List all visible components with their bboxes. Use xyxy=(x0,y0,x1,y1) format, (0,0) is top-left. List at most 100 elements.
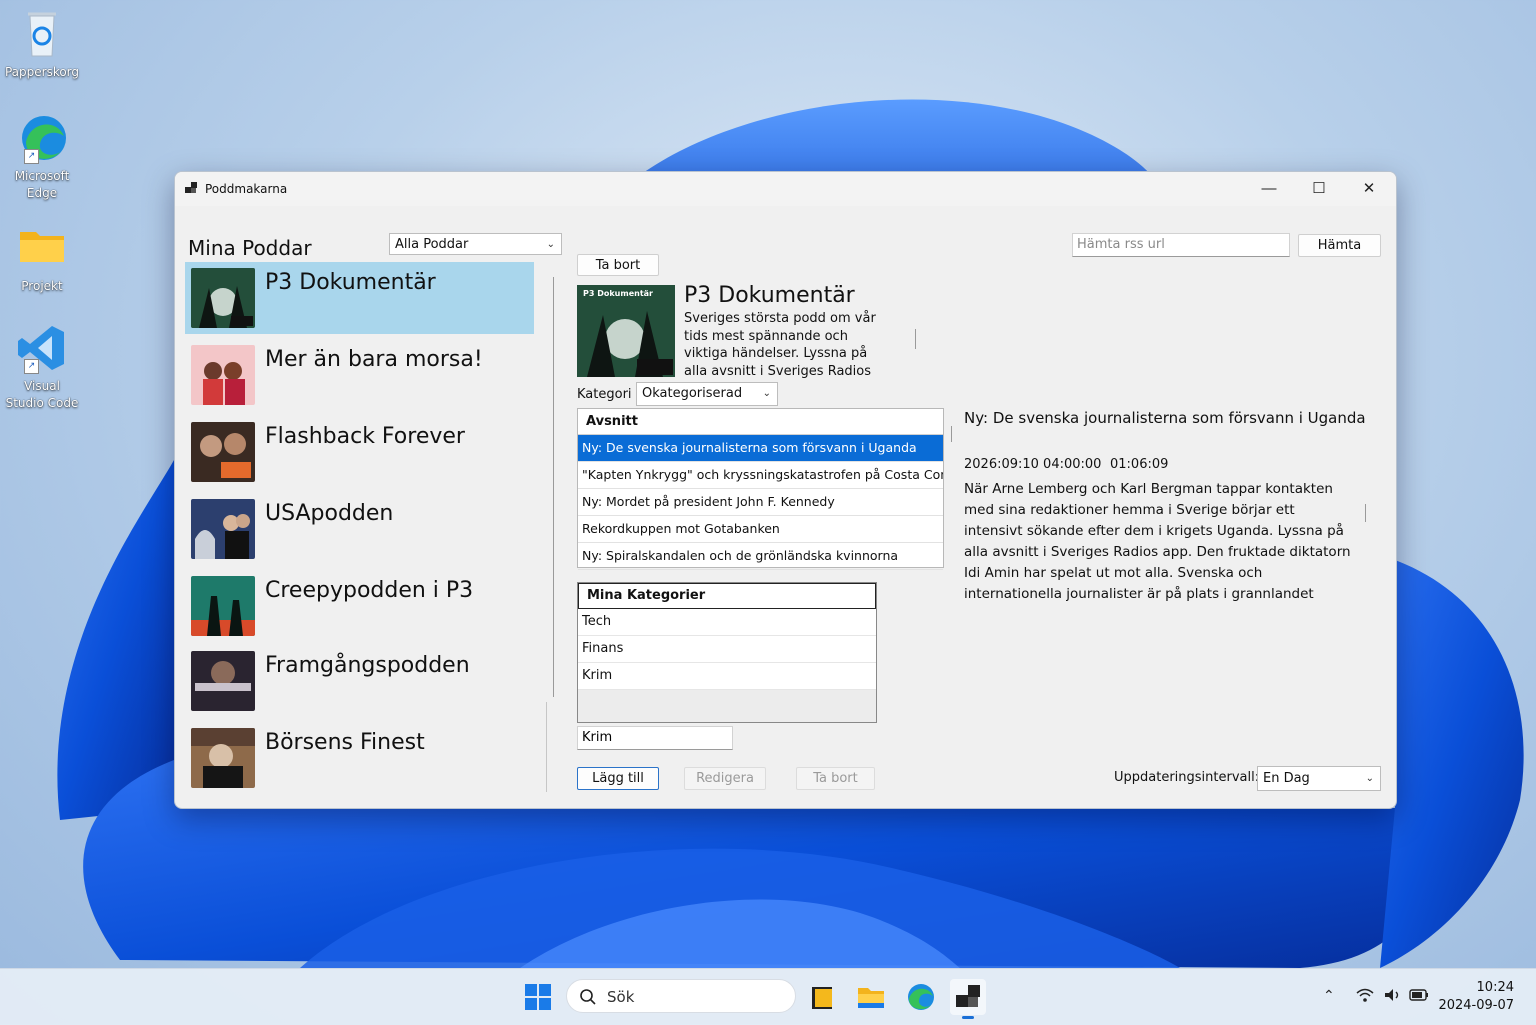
episode-row[interactable]: "Kapten Ynkrygg" och kryssningskatastrof… xyxy=(578,462,943,489)
start-button[interactable] xyxy=(522,981,554,1013)
category-input[interactable]: Krim xyxy=(577,726,733,750)
shortcut-arrow-icon: ↗ xyxy=(24,149,39,164)
podcast-item[interactable]: Creepypodden i P3 xyxy=(185,570,534,642)
category-row[interactable]: Krim xyxy=(578,663,876,690)
podcast-name: Mer än bara morsa! xyxy=(265,347,483,372)
desktop-icon-label: Papperskorg xyxy=(4,65,80,79)
folder-icon xyxy=(858,988,884,1008)
category-label: Kategori xyxy=(577,387,632,402)
chevron-down-icon: ⌄ xyxy=(1365,773,1374,784)
add-category-button[interactable]: Lägg till xyxy=(577,767,659,790)
remove-category-button[interactable]: Ta bort xyxy=(796,767,875,790)
podcast-item[interactable]: P3 Dokumentär xyxy=(185,262,534,334)
episode-row[interactable]: Ny: De svenska journalisterna som försva… xyxy=(578,435,943,462)
battery-icon[interactable] xyxy=(1408,987,1430,1006)
active-indicator xyxy=(962,1016,974,1019)
close-button[interactable]: ✕ xyxy=(1344,172,1394,206)
desktop-icon-vscode[interactable]: ↗ Visual Studio Code xyxy=(4,322,80,412)
podcast-item[interactable]: Flashback Forever xyxy=(185,416,534,488)
category-row[interactable]: Finans xyxy=(578,636,876,663)
edit-category-button[interactable]: Redigera xyxy=(684,767,766,790)
podcast-thumbnail xyxy=(191,422,255,482)
windows-icon xyxy=(525,984,551,1010)
podcast-thumbnail xyxy=(191,268,255,328)
podcast-name: Börsens Finest xyxy=(265,730,425,755)
episode-duration: 01:06:09 xyxy=(1110,457,1169,472)
window-title: Poddmakarna xyxy=(205,182,288,196)
podcast-thumbnail xyxy=(191,651,255,711)
wifi-icon[interactable] xyxy=(1355,987,1375,1006)
shortcut-arrow-icon: ↗ xyxy=(24,359,39,374)
maximize-button[interactable]: ☐ xyxy=(1294,172,1344,206)
episodes-grid: Avsnitt Ny: De svenska journalisterna so… xyxy=(577,408,944,570)
app-icon xyxy=(185,182,197,193)
podcast-list: P3 Dokumentär Mer än bara morsa! Flashba… xyxy=(185,262,534,792)
chevron-up-icon[interactable]: ⌃ xyxy=(1323,987,1335,1004)
podcast-name: USApodden xyxy=(265,501,394,526)
podcast-item[interactable]: Mer än bara morsa! xyxy=(185,339,534,411)
remove-podcast-button[interactable]: Ta bort xyxy=(577,254,659,276)
notes-icon xyxy=(812,987,832,1009)
rss-url-input[interactable]: Hämta rss url xyxy=(1072,233,1290,257)
podcast-detail-thumbnail: P3 Dokumentär xyxy=(577,285,675,377)
desktop-icon-label: Projekt xyxy=(21,279,63,293)
taskbar-file-explorer[interactable] xyxy=(855,981,887,1013)
taskbar-search[interactable]: Sök xyxy=(566,979,796,1013)
chevron-down-icon: ⌄ xyxy=(546,239,555,250)
title-bar[interactable]: Poddmakarna — ☐ ✕ xyxy=(175,172,1396,206)
podcast-name: Flashback Forever xyxy=(265,424,465,449)
podcasts-heading: Mina Poddar xyxy=(188,236,312,260)
app-icon xyxy=(956,985,980,1007)
podcast-filter-value: Alla Poddar xyxy=(395,237,469,252)
episode-detail-title: Ny: De svenska journalisterna som försva… xyxy=(964,409,1366,427)
taskbar-notes-app[interactable] xyxy=(806,981,838,1013)
category-select[interactable]: Okategoriserad ⌄ xyxy=(636,382,778,406)
taskbar: Sök ⌃ 10:24 2024-09-07 xyxy=(0,968,1536,1025)
app-window: Poddmakarna — ☐ ✕ Mina Poddar Alla Podda… xyxy=(174,171,1397,809)
podcast-thumbnail xyxy=(191,499,255,559)
update-interval-label: Uppdateringsintervall: xyxy=(1114,770,1260,785)
scroll-indicator xyxy=(951,426,952,442)
update-interval-select[interactable]: En Dag ⌄ xyxy=(1257,766,1381,791)
edge-icon: ↗ xyxy=(16,112,68,164)
update-interval-value: En Dag xyxy=(1263,771,1310,786)
podcast-thumbnail xyxy=(191,345,255,405)
chevron-down-icon: ⌄ xyxy=(762,388,771,399)
episodes-header: Avsnitt xyxy=(578,409,943,435)
podcast-item[interactable]: Börsens Finest xyxy=(185,722,534,794)
podcast-name: P3 Dokumentär xyxy=(265,270,436,295)
episode-date: 2026:09:10 04:00:00 xyxy=(964,457,1102,472)
taskbar-edge[interactable] xyxy=(904,981,936,1013)
volume-icon[interactable] xyxy=(1383,987,1403,1006)
folder-icon xyxy=(16,222,68,274)
minimize-button[interactable]: — xyxy=(1244,172,1294,206)
scroll-indicator xyxy=(1365,504,1366,522)
desktop-icon-edge[interactable]: ↗ Microsoft Edge xyxy=(4,112,80,202)
thumbnail-caption: P3 Dokumentär xyxy=(583,289,653,298)
scroll-indicator xyxy=(915,329,916,349)
categories-grid: Mina Kategorier Tech Finans Krim xyxy=(577,582,877,723)
fetch-button[interactable]: Hämta xyxy=(1298,234,1381,257)
category-row[interactable]: Tech xyxy=(578,609,876,636)
podcast-item[interactable]: Framgångspodden xyxy=(185,645,534,717)
vscode-icon: ↗ xyxy=(16,322,68,374)
podcast-name: Framgångspodden xyxy=(265,653,470,678)
clock-time: 10:24 xyxy=(1476,980,1514,995)
clock-date: 2024-09-07 xyxy=(1438,998,1514,1013)
episode-row[interactable]: Ny: Mordet på president John F. Kennedy xyxy=(578,489,943,516)
desktop-icon-projekt[interactable]: Projekt xyxy=(4,222,80,295)
podcast-thumbnail xyxy=(191,728,255,788)
divider xyxy=(546,702,547,792)
podcast-name: Creepypodden i P3 xyxy=(265,578,474,603)
category-value: Okategoriserad xyxy=(642,386,743,401)
episode-row[interactable]: Rekordkuppen mot Gotabanken xyxy=(578,516,943,543)
taskbar-poddmakarna[interactable] xyxy=(950,979,986,1019)
search-text: Sök xyxy=(607,988,635,1006)
desktop-icon-label: Microsoft Edge xyxy=(14,169,70,200)
podcast-item[interactable]: USApodden xyxy=(185,493,534,565)
podcast-filter-select[interactable]: Alla Poddar ⌄ xyxy=(389,233,562,255)
episode-row[interactable]: Ny: Spiralskandalen och de grönländska k… xyxy=(578,543,943,570)
system-clock[interactable]: 10:24 2024-09-07 xyxy=(1438,979,1514,1015)
desktop-icon-recycle-bin[interactable]: Papperskorg xyxy=(4,8,80,81)
divider xyxy=(553,277,554,697)
